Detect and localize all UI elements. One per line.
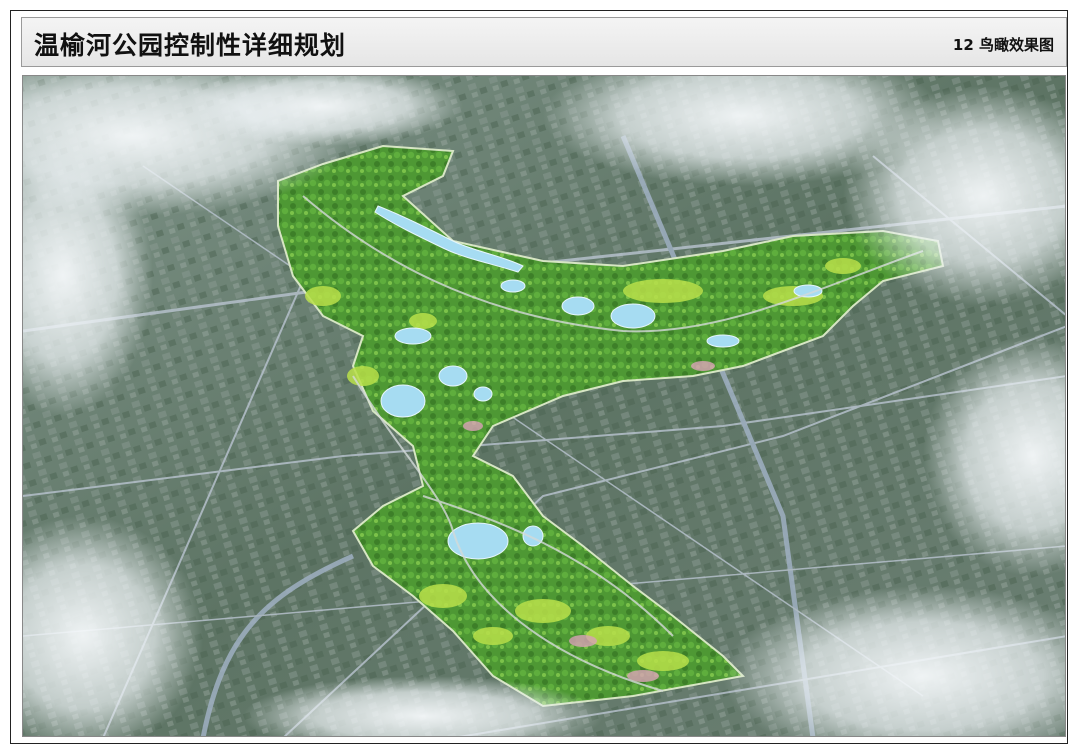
title-bar: 温榆河公园控制性详细规划 12 鸟瞰效果图 bbox=[21, 17, 1067, 67]
aerial-rendering bbox=[22, 75, 1066, 737]
page-title: 温榆河公园控制性详细规划 bbox=[34, 31, 347, 60]
sheet-label: 12 鸟瞰效果图 bbox=[952, 36, 1054, 54]
